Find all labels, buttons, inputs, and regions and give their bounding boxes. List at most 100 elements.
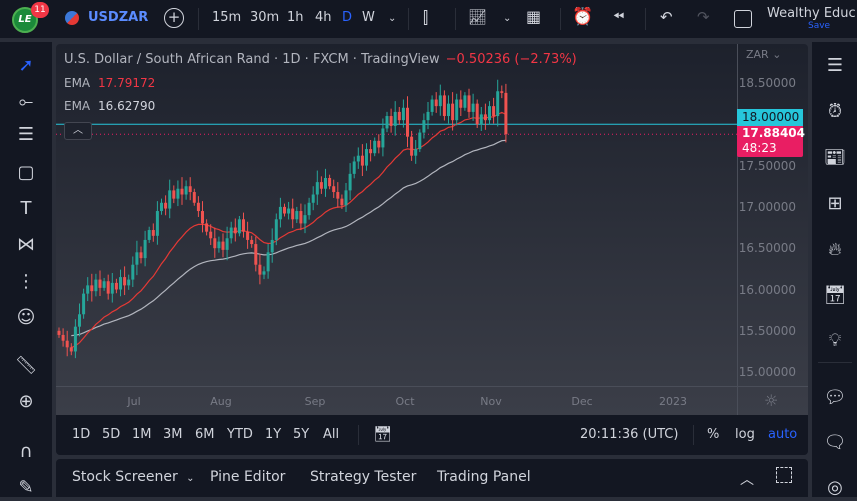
- range-ytd[interactable]: YTD: [227, 427, 253, 442]
- lock-drawings-icon[interactable]: ✎: [14, 476, 38, 500]
- interval-15m[interactable]: 15m: [212, 10, 241, 25]
- smiley-icon[interactable]: ☺: [14, 306, 38, 330]
- candle-body: [221, 241, 225, 250]
- candle-body: [86, 285, 90, 294]
- cursor-icon[interactable]: ➚: [14, 54, 38, 78]
- pattern-icon[interactable]: ⋈: [14, 233, 38, 257]
- drawing-toolbar: ➚ ⟜ ☰ ▢ T ⋈ ⋮ ☺ 📏︎ ⊕ ∩ ✎: [0, 42, 52, 500]
- rectangle-icon[interactable]: ▢: [14, 161, 38, 185]
- tab-strategy-tester[interactable]: Strategy Tester: [310, 469, 416, 485]
- tab-pine-editor[interactable]: Pine Editor: [210, 469, 285, 485]
- horizontal-lines-icon[interactable]: ☰: [14, 123, 38, 147]
- candle-body: [143, 239, 147, 259]
- interval-4h[interactable]: 4h: [315, 10, 332, 25]
- range-5y[interactable]: 5Y: [293, 427, 309, 442]
- chats-icon[interactable]: 💬︎: [822, 385, 848, 411]
- candle-body: [246, 231, 250, 240]
- streams-icon[interactable]: ◎: [822, 475, 848, 501]
- collapse-legend-button[interactable]: ︿: [64, 122, 92, 140]
- candle-body: [291, 208, 295, 220]
- candles-icon[interactable]: ⫿: [423, 8, 428, 28]
- hotlist-fire-icon[interactable]: 🔥︎: [822, 237, 848, 263]
- messages-icon[interactable]: 🗨︎: [822, 430, 848, 456]
- chart-pane[interactable]: U.S. Dollar / South African Rand · 1D · …: [56, 44, 808, 415]
- auto-toggle[interactable]: auto: [768, 427, 797, 442]
- calendar-icon[interactable]: 📅︎: [822, 283, 848, 309]
- utc-clock[interactable]: 20:11:36 (UTC): [580, 427, 678, 442]
- candle-body: [164, 202, 168, 209]
- alarm-icon[interactable]: ⏰︎: [822, 99, 848, 125]
- ruler-icon[interactable]: 📏︎: [14, 354, 38, 378]
- add-compare-icon[interactable]: +: [164, 8, 184, 28]
- candle-body: [414, 149, 418, 156]
- candle-body: [250, 239, 254, 245]
- candle-body: [201, 211, 204, 224]
- candle-body: [459, 99, 463, 108]
- candle-body: [180, 188, 184, 195]
- candle-body: [434, 99, 438, 107]
- symbol-search[interactable]: USDZAR: [88, 10, 148, 25]
- range-5d[interactable]: 5D: [102, 427, 120, 442]
- magnet-icon[interactable]: ∩: [14, 440, 38, 464]
- indicators-icon[interactable]: 📈︎: [468, 8, 487, 26]
- redo-icon[interactable]: ↷: [697, 8, 710, 26]
- layout-name[interactable]: Wealthy Educ...: [767, 6, 857, 21]
- log-toggle[interactable]: log: [735, 427, 755, 442]
- candle-body: [131, 264, 135, 280]
- currency-selector[interactable]: ZAR ⌄: [746, 48, 781, 61]
- news-icon[interactable]: 📰︎: [822, 145, 848, 171]
- candle-body: [225, 238, 229, 250]
- candle-body: [426, 111, 430, 121]
- range-1d[interactable]: 1D: [72, 427, 90, 442]
- candle-body: [348, 173, 352, 191]
- range-6m[interactable]: 6M: [195, 427, 215, 442]
- interval-1h[interactable]: 1h: [287, 10, 304, 25]
- save-button[interactable]: Save: [808, 21, 830, 31]
- last-price-label: 17.88404 48:23: [737, 126, 805, 157]
- candle-body: [65, 340, 69, 348]
- candle-body: [168, 190, 172, 209]
- candle-body: [119, 277, 122, 290]
- maximize-panel-icon[interactable]: [776, 467, 792, 483]
- tab-stock-screener[interactable]: Stock Screener ⌄: [72, 469, 195, 485]
- replay-icon[interactable]: ⏪︎: [613, 9, 624, 25]
- ideas-bulb-icon[interactable]: 💡︎: [822, 328, 848, 354]
- percent-toggle[interactable]: %: [707, 427, 719, 442]
- range-3m[interactable]: 3M: [163, 427, 183, 442]
- candle-body: [98, 279, 102, 288]
- candle-body: [139, 252, 143, 259]
- prediction-icon[interactable]: ⋮: [14, 270, 38, 294]
- zoom-in-icon[interactable]: ⊕: [14, 390, 38, 414]
- candle-body: [127, 279, 131, 286]
- layouts-icon[interactable]: ▦: [526, 7, 541, 26]
- settings-gear-icon[interactable]: ☼: [764, 391, 778, 410]
- interval-d[interactable]: D: [342, 10, 352, 25]
- legend-ema2[interactable]: EMA 16.62790: [64, 99, 155, 113]
- range-1y[interactable]: 1Y: [265, 427, 281, 442]
- legend-ema1[interactable]: EMA 17.79172: [64, 76, 155, 90]
- range-all[interactable]: All: [323, 427, 339, 442]
- candle-body: [160, 202, 163, 212]
- chevron-down-icon[interactable]: ⌄: [503, 13, 511, 24]
- watchlist-icon[interactable]: ☰: [822, 53, 848, 79]
- candle-body: [110, 282, 114, 294]
- tab-trading-panel[interactable]: Trading Panel: [437, 469, 531, 485]
- trend-line-icon[interactable]: ⟜: [14, 90, 38, 114]
- undo-icon[interactable]: ↶: [660, 8, 673, 26]
- alarm-add-icon[interactable]: ⏰: [572, 7, 593, 27]
- add-list-icon[interactable]: ⊞: [822, 191, 848, 217]
- chevron-down-icon[interactable]: ⌄: [388, 13, 396, 24]
- candle-body: [479, 114, 483, 125]
- range-1m[interactable]: 1M: [132, 427, 152, 442]
- fullscreen-checkbox-icon[interactable]: [734, 10, 752, 28]
- candle-body: [242, 219, 245, 232]
- goto-date-icon[interactable]: 📅︎: [373, 425, 392, 443]
- price-chart[interactable]: [56, 44, 808, 415]
- interval-w[interactable]: W: [362, 10, 375, 25]
- candle-body: [377, 140, 381, 148]
- expand-panel-icon[interactable]: ︿: [740, 469, 754, 489]
- text-icon[interactable]: T: [14, 197, 38, 221]
- candle-body: [381, 128, 385, 148]
- candle-body: [467, 95, 471, 112]
- interval-30m[interactable]: 30m: [250, 10, 279, 25]
